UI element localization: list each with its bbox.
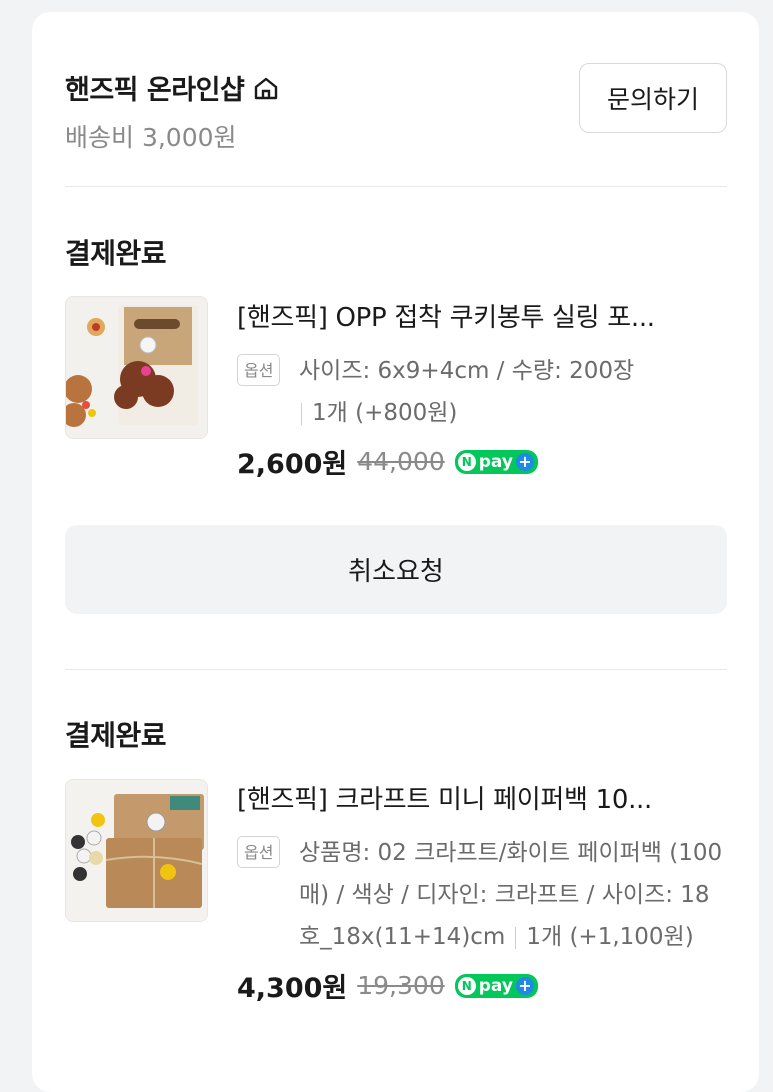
separator: [515, 926, 517, 949]
npay-n-icon: N: [457, 452, 476, 471]
product-option: 옵션 사이즈: 6x9+4cm / 수량: 200장 1개 (+800원): [237, 350, 727, 434]
product-info: [핸즈픽] 크라프트 미니 페이퍼백 10... 옵션 상품명: 02 크라프트…: [237, 780, 727, 1005]
shop-name-link[interactable]: 핸즈픽 온라인샵: [65, 68, 280, 107]
shipping-fee: 배송비 3,000원: [65, 123, 237, 152]
price-row: 4,300원 19,300 N pay +: [237, 966, 727, 1005]
shop-header: 핸즈픽 온라인샵 배송비 3,000원 문의하기: [65, 56, 727, 156]
home-icon: [252, 74, 280, 102]
product-title[interactable]: [핸즈픽] OPP 접착 쿠키봉투 실링 포...: [237, 298, 727, 338]
sale-price: 4,300원: [237, 973, 348, 1004]
original-price: 44,000: [357, 447, 445, 476]
shop-name: 핸즈픽 온라인샵: [65, 75, 245, 106]
separator: [301, 402, 302, 425]
cancel-request-button[interactable]: 취소요청: [65, 525, 727, 614]
npay-label: pay: [478, 975, 513, 996]
divider: [65, 186, 727, 187]
plus-icon: +: [515, 976, 534, 995]
divider: [65, 669, 727, 670]
option-quantity-line: 1개 (+800원): [237, 392, 727, 434]
inquiry-button[interactable]: 문의하기: [579, 63, 727, 133]
product-image[interactable]: [65, 296, 208, 439]
product-image[interactable]: [65, 779, 208, 922]
product-option: 옵션 상품명: 02 크라프트/화이트 페이퍼백 (100매) / 색상 / 디…: [237, 832, 727, 958]
plus-icon: +: [515, 452, 534, 471]
npay-plus-badge: N pay +: [454, 449, 538, 474]
npay-plus-badge: N pay +: [454, 973, 538, 998]
option-text: 사이즈: 6x9+4cm / 수량: 200장: [299, 358, 635, 384]
order-status: 결제완료: [65, 719, 167, 752]
product-info: [핸즈픽] OPP 접착 쿠키봉투 실링 포... 옵션 사이즈: 6x9+4c…: [237, 298, 727, 481]
option-quantity: 1개 (+800원): [312, 400, 458, 426]
option-quantity: 1개 (+1,100원): [526, 924, 694, 950]
npay-label: pay: [478, 451, 513, 472]
original-price: 19,300: [357, 971, 445, 1000]
option-badge: 옵션: [237, 836, 281, 868]
option-badge: 옵션: [237, 354, 281, 386]
order-card: 핸즈픽 온라인샵 배송비 3,000원 문의하기 결제완료 [핸즈픽] OPP …: [32, 12, 759, 1092]
npay-n-icon: N: [457, 976, 476, 995]
product-title[interactable]: [핸즈픽] 크라프트 미니 페이퍼백 10...: [237, 780, 727, 820]
order-status: 결제완료: [65, 237, 167, 270]
price-row: 2,600원 44,000 N pay +: [237, 442, 727, 481]
option-text-line: 상품명: 02 크라프트/화이트 페이퍼백 (100매) / 색상 / 디자인:…: [237, 832, 727, 958]
sale-price: 2,600원: [237, 449, 348, 480]
